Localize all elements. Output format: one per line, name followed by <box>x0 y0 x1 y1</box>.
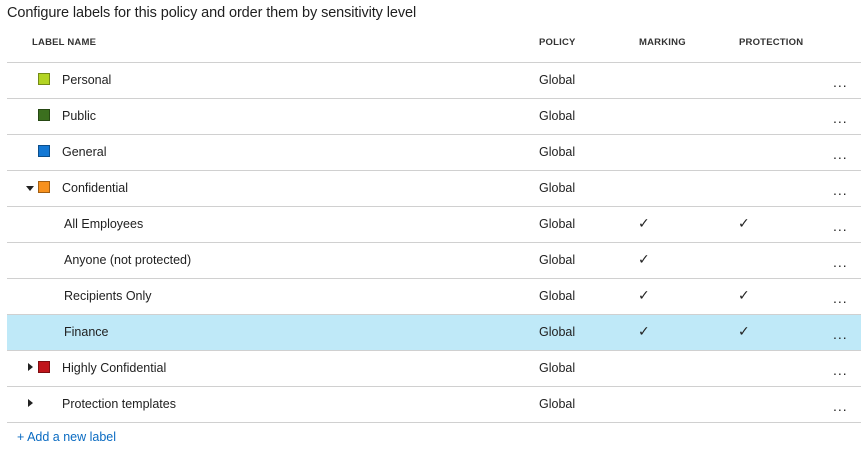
label-policy: Global <box>539 253 576 267</box>
more-options-icon[interactable]: ... <box>833 183 848 197</box>
more-options-icon[interactable]: ... <box>833 399 848 413</box>
more-options-icon[interactable]: ... <box>833 219 848 233</box>
more-options-icon[interactable]: ... <box>833 327 848 341</box>
column-header-protection: PROTECTION <box>739 37 804 48</box>
marking-check-icon: ✓ <box>638 323 650 339</box>
label-policy: Global <box>539 397 576 411</box>
marking-check-icon: ✓ <box>638 287 650 303</box>
label-color-swatch <box>38 181 50 193</box>
more-options-icon[interactable]: ... <box>833 291 848 305</box>
label-policy: Global <box>539 73 576 87</box>
column-header-policy: POLICY <box>539 37 576 48</box>
label-policy: Global <box>539 217 576 231</box>
label-color-swatch <box>38 73 50 85</box>
label-name: Anyone (not protected) <box>64 253 192 267</box>
column-header-marking: MARKING <box>639 37 686 48</box>
table-row[interactable]: Highly Confidential Global... <box>7 351 861 387</box>
table-row[interactable]: General Global... <box>7 135 861 171</box>
table-row[interactable]: Public Global... <box>7 99 861 135</box>
marking-check-icon: ✓ <box>638 251 650 267</box>
label-color-swatch <box>38 361 50 373</box>
caret-right-icon[interactable] <box>28 399 33 407</box>
label-policy: Global <box>539 361 576 375</box>
protection-check-icon: ✓ <box>738 215 750 231</box>
protection-check-icon: ✓ <box>738 287 750 303</box>
more-options-icon[interactable]: ... <box>833 255 848 269</box>
label-name: Highly Confidential <box>62 361 167 375</box>
table-row[interactable]: Confidential Global... <box>7 171 861 207</box>
more-options-icon[interactable]: ... <box>833 75 848 89</box>
label-name: General <box>62 145 107 159</box>
label-name: Confidential <box>62 181 129 195</box>
table-row[interactable]: Recipients Only Global ✓ ✓... <box>7 279 861 315</box>
add-new-label-link[interactable]: + Add a new label <box>17 430 116 444</box>
label-name: Protection templates <box>62 397 176 411</box>
labels-table: Personal Global... Public Global... General G… <box>7 63 861 423</box>
label-policy-page: Configure labels for this policy and ord… <box>0 0 866 450</box>
label-policy: Global <box>539 145 576 159</box>
label-name: All Employees <box>64 217 144 231</box>
more-options-icon[interactable]: ... <box>833 111 848 125</box>
more-options-icon[interactable]: ... <box>833 147 848 161</box>
page-title: Configure labels for this policy and ord… <box>7 5 417 21</box>
table-row[interactable]: Protection templates Global... <box>7 387 861 423</box>
protection-check-icon: ✓ <box>738 323 750 339</box>
label-policy: Global <box>539 109 576 123</box>
label-name: Personal <box>62 73 112 87</box>
table-row[interactable]: Personal Global... <box>7 63 861 99</box>
marking-check-icon: ✓ <box>638 215 650 231</box>
label-policy: Global <box>539 289 576 303</box>
label-name: Finance <box>64 325 109 339</box>
caret-right-icon[interactable] <box>28 363 33 371</box>
table-row[interactable]: Finance Global ✓ ✓... <box>7 315 861 351</box>
label-color-swatch <box>38 145 50 157</box>
caret-down-icon[interactable] <box>26 186 34 191</box>
column-header-label-name: LABEL NAME <box>32 37 97 48</box>
label-policy: Global <box>539 181 576 195</box>
label-name: Public <box>62 109 97 123</box>
label-name: Recipients Only <box>64 289 152 303</box>
table-row[interactable]: All Employees Global ✓ ✓... <box>7 207 861 243</box>
label-color-swatch <box>38 109 50 121</box>
table-row[interactable]: Anyone (not protected) Global ✓... <box>7 243 861 279</box>
label-policy: Global <box>539 325 576 339</box>
more-options-icon[interactable]: ... <box>833 363 848 377</box>
